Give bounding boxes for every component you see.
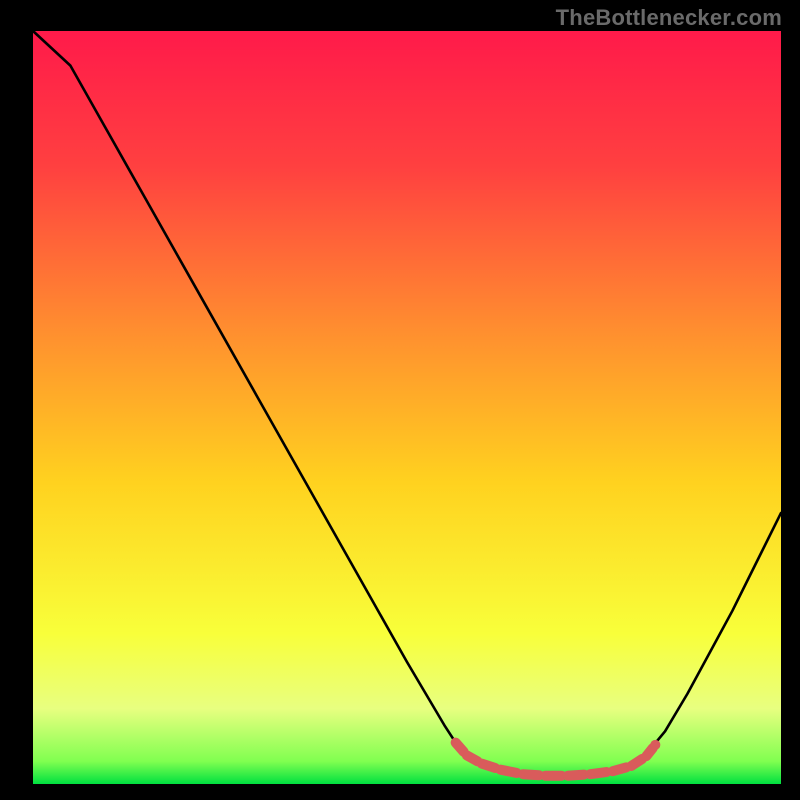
floor-marker-segment <box>646 748 652 756</box>
floor-marker-segment <box>501 770 517 773</box>
plot-background <box>33 31 781 784</box>
chart-container: TheBottlenecker.com <box>0 0 800 800</box>
floor-marker-segment <box>568 775 584 776</box>
floor-marker-end <box>650 740 660 750</box>
bottleneck-chart <box>0 0 800 800</box>
floor-marker-segment <box>631 759 642 766</box>
floor-marker-segment <box>523 774 539 775</box>
watermark-text: TheBottlenecker.com <box>556 5 782 31</box>
floor-marker-segment <box>456 743 464 752</box>
floor-marker-segment <box>482 764 495 768</box>
floor-marker-segment <box>613 767 626 771</box>
floor-marker-segment <box>467 755 478 761</box>
floor-marker-segment <box>590 772 606 774</box>
